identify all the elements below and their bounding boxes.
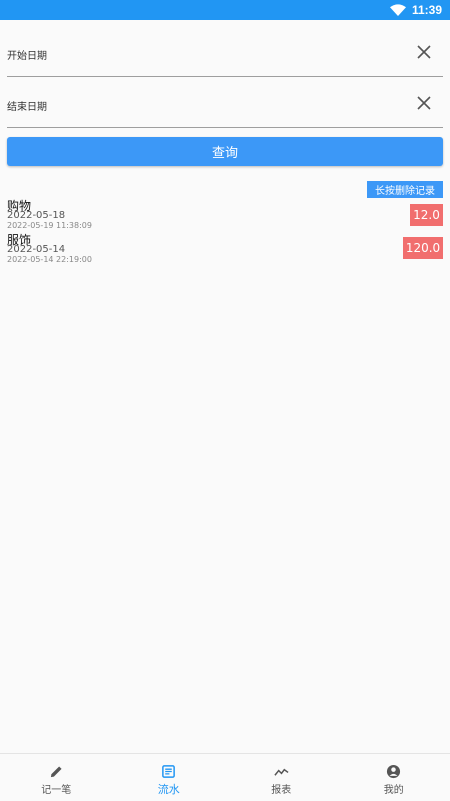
nav-item-label: 我的 — [384, 781, 404, 796]
start-date-label: 开始日期 — [7, 47, 47, 62]
delete-hint-badge: 长按删除记录 — [367, 181, 443, 198]
record-created-time: 2022-05-14 22:19:00 — [7, 255, 92, 264]
list-icon — [161, 764, 176, 779]
clear-end-date-icon[interactable] — [417, 96, 431, 110]
trend-icon — [274, 764, 289, 779]
record-date: 2022-05-14 — [7, 244, 65, 255]
wifi-icon — [390, 4, 406, 16]
record-date: 2022-05-18 — [7, 210, 65, 221]
bottom-navigation: 记一笔 流水 报表 我的 — [0, 753, 450, 801]
nav-item-record[interactable]: 记一笔 — [0, 754, 113, 801]
nav-item-label: 流水 — [158, 781, 180, 797]
clear-start-date-icon[interactable] — [417, 45, 431, 59]
record-created-time: 2022-05-19 11:38:09 — [7, 221, 92, 230]
record-item[interactable]: 服饰 2022-05-14 2022-05-14 22:19:00 — [7, 231, 443, 263]
nav-item-mine[interactable]: 我的 — [338, 754, 450, 801]
record-amount: 120.0 — [403, 237, 443, 259]
status-bar: 11:39 — [0, 0, 450, 20]
status-time: 11:39 — [412, 3, 442, 17]
account-icon — [386, 764, 401, 779]
end-date-label: 结束日期 — [7, 98, 47, 113]
record-item[interactable]: 购物 2022-05-18 2022-05-19 11:38:09 — [7, 197, 443, 229]
end-date-field[interactable]: 结束日期 — [7, 82, 443, 128]
nav-item-flow[interactable]: 流水 — [113, 754, 226, 801]
pencil-icon — [49, 764, 64, 779]
nav-item-report[interactable]: 报表 — [225, 754, 338, 801]
query-button[interactable]: 查询 — [7, 137, 443, 166]
nav-item-label: 记一笔 — [41, 781, 71, 796]
start-date-field[interactable]: 开始日期 — [7, 31, 443, 77]
nav-item-label: 报表 — [271, 781, 291, 796]
record-amount: 12.0 — [410, 204, 443, 226]
